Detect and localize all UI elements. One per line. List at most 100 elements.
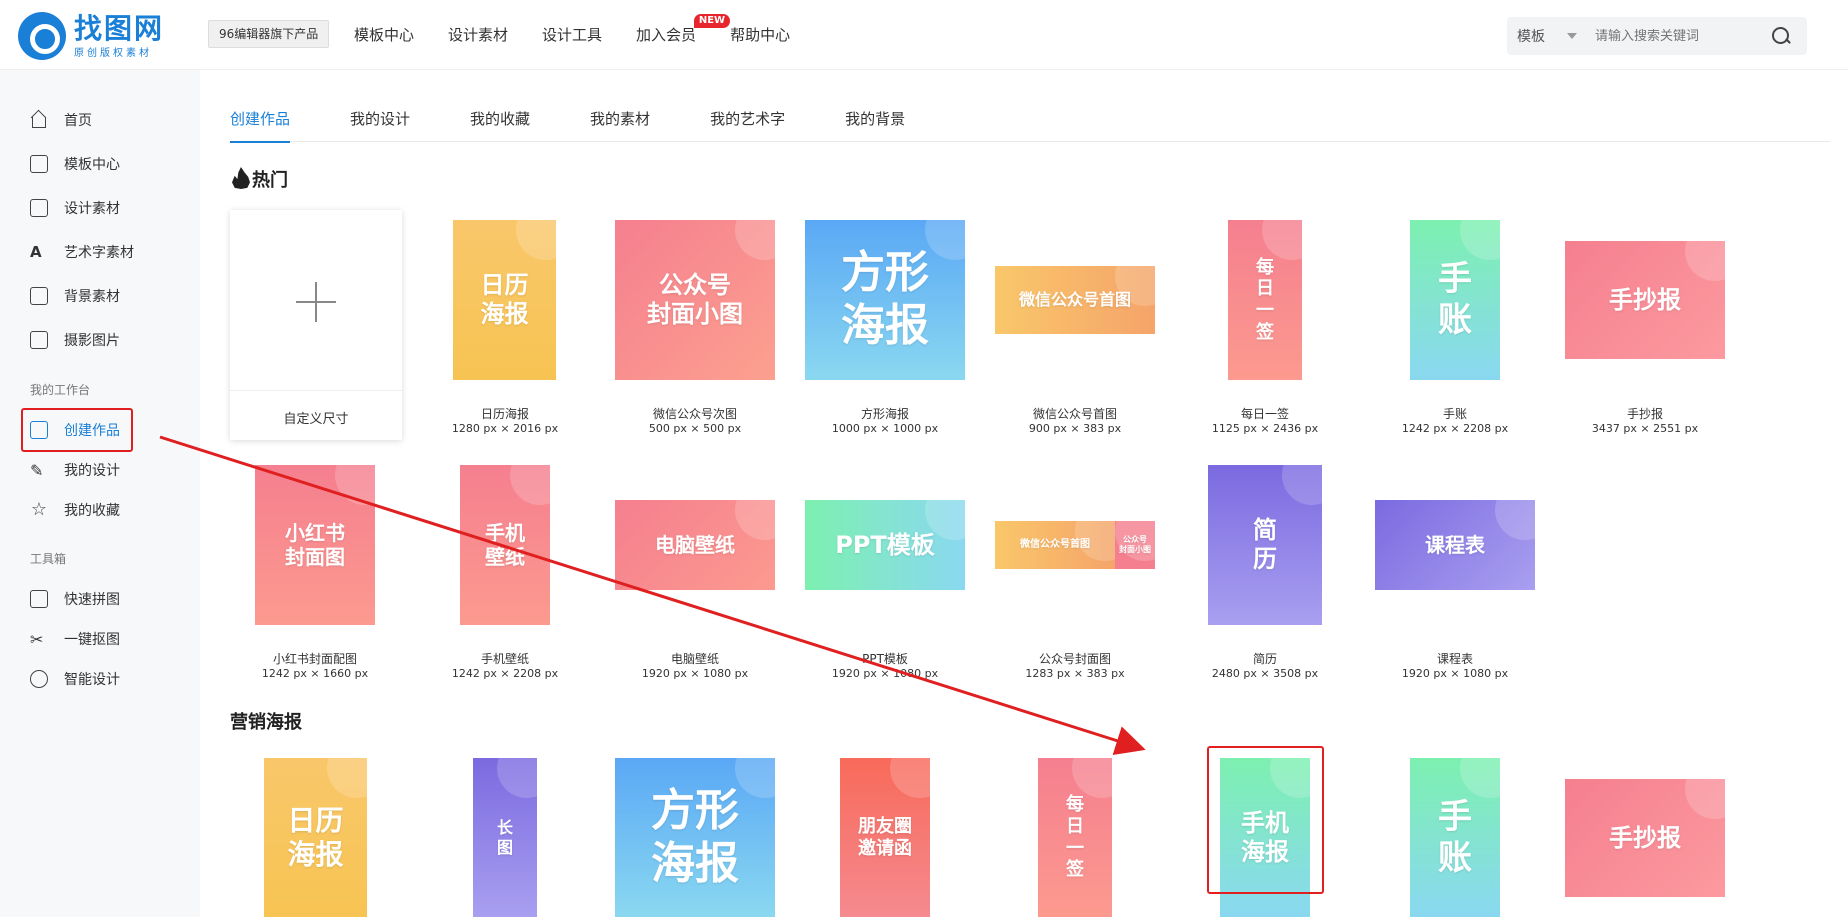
logo-icon [18, 12, 66, 60]
template-size: 900 px × 383 px [1028, 422, 1122, 435]
template-thumb[interactable]: 朋友圈 邀请函 [840, 758, 930, 917]
sidebar-item-label: 我的设计 [64, 463, 120, 479]
sidebar-item-art-text[interactable]: A 艺术字素材 [30, 240, 134, 264]
site-logo[interactable]: 找图网 原创版权素材 [18, 12, 164, 60]
template-thumb[interactable]: 手机 壁纸 [460, 465, 550, 625]
template-size: 1242 px × 2208 px [1401, 422, 1509, 435]
template-thumb[interactable]: PPT模板 [805, 500, 965, 590]
template-size: 1920 px × 1080 px [831, 667, 939, 680]
template-thumb[interactable]: 简 历 [1208, 465, 1322, 625]
template-title: 公众号封面图 [1038, 652, 1111, 666]
sidebar-item-collage[interactable]: 快速拼图 [30, 587, 120, 611]
template-title: 方形海报 [860, 407, 909, 421]
sidebar-item-templates[interactable]: 模板中心 [30, 152, 120, 176]
sidebar-item-my-designs[interactable]: ✎ 我的设计 [30, 458, 120, 482]
template-size: 2480 px × 3508 px [1211, 667, 1319, 680]
background-icon [30, 287, 48, 305]
nav-template-center[interactable]: 模板中心 [354, 24, 414, 45]
template-thumb[interactable]: 每 日 一 签 [1228, 220, 1302, 380]
sidebar-item-design-assets[interactable]: 设计素材 [30, 196, 120, 220]
sidebar-item-label: 我的收藏 [64, 503, 120, 519]
nav-design-assets[interactable]: 设计素材 [448, 24, 508, 45]
cutout-icon: ✂ [30, 630, 44, 649]
template-title: 简历 [1252, 652, 1277, 666]
template-size: 1125 px × 2436 px [1211, 422, 1319, 435]
nav-help-center[interactable]: 帮助中心 [730, 24, 790, 45]
search-bar: 模板 [1507, 17, 1807, 55]
template-size: 1283 px × 383 px [1025, 667, 1125, 680]
template-thumb[interactable]: 每 日 一 签 [1038, 758, 1112, 917]
sidebar-item-label: 模板中心 [64, 157, 120, 173]
logo-subtitle: 原创版权素材 [74, 47, 152, 59]
template-thumb[interactable]: 小红书 封面图 [255, 465, 375, 625]
sidebar-item-smart-design[interactable]: 智能设计 [30, 667, 120, 691]
template-title: 微信公众号次图 [652, 407, 737, 421]
template-title: 手账 [1442, 407, 1467, 421]
template-thumb[interactable]: 方形 海报 [615, 758, 775, 917]
template-thumb[interactable]: 手抄报 [1565, 779, 1725, 897]
template-thumb[interactable]: 课程表 [1375, 500, 1535, 590]
search-input[interactable] [1595, 28, 1771, 44]
template-thumb[interactable]: 方形 海报 [805, 220, 965, 380]
new-badge: NEW [693, 14, 731, 28]
top-header: 找图网 原创版权素材 96编辑器旗下产品 模板中心 设计素材 设计工具 加入会员… [0, 0, 1848, 70]
nav-design-tools[interactable]: 设计工具 [542, 24, 602, 45]
tab-my-favorites[interactable]: 我的收藏 [470, 104, 530, 142]
custom-size-card[interactable]: 自定义尺寸 [230, 210, 402, 440]
template-thumb[interactable]: 手抄报 [1565, 241, 1725, 359]
template-thumb[interactable]: 长 图 [473, 758, 537, 917]
sidebar-item-my-favorites[interactable]: ☆ 我的收藏 [30, 498, 120, 522]
sidebar-item-home[interactable]: 首页 [30, 108, 92, 132]
sidebar-item-label: 首页 [64, 113, 92, 129]
star-icon: ☆ [30, 499, 48, 520]
logo-title: 找图网 [74, 11, 165, 45]
chevron-down-icon [1567, 33, 1577, 39]
sidebar-item-label: 一键抠图 [64, 632, 120, 648]
product-badge[interactable]: 96编辑器旗下产品 [208, 20, 330, 48]
sidebar-item-label: 快速拼图 [64, 592, 120, 608]
custom-size-label: 自定义尺寸 [283, 412, 349, 427]
home-icon [30, 111, 48, 129]
sidebar-group-tools: 工具箱 [30, 552, 67, 566]
art-text-icon: A [30, 243, 42, 261]
template-size: 500 px × 500 px [648, 422, 742, 435]
tab-create-work[interactable]: 创建作品 [230, 104, 291, 143]
tab-my-art-text[interactable]: 我的艺术字 [710, 104, 785, 142]
sidebar-item-cutout[interactable]: ✂ 一键抠图 [30, 627, 120, 651]
highlight-box [21, 408, 133, 452]
sidebar-item-label: 摄影图片 [64, 333, 120, 349]
template-thumb[interactable]: 公众号 封面小图 [615, 220, 775, 380]
template-title: 手机壁纸 [480, 652, 529, 666]
highlight-box [1207, 746, 1324, 894]
template-title: 微信公众号首图 [1032, 407, 1117, 421]
template-title: 手抄报 [1626, 407, 1663, 421]
search-icon[interactable] [1771, 26, 1791, 46]
tab-my-assets[interactable]: 我的素材 [590, 104, 650, 142]
top-nav: 模板中心 设计素材 设计工具 加入会员 NEW 帮助中心 [354, 14, 824, 45]
nav-membership[interactable]: 加入会员 NEW [636, 14, 731, 45]
sidebar-item-photos[interactable]: 摄影图片 [30, 328, 120, 352]
template-thumb[interactable]: 微信公众号首图 [995, 266, 1155, 334]
tab-my-backgrounds[interactable]: 我的背景 [845, 104, 905, 142]
sidebar-item-backgrounds[interactable]: 背景素材 [30, 284, 120, 308]
template-thumb[interactable]: 手 账 [1410, 220, 1500, 380]
template-thumb-secondary[interactable]: 公众号 封面小图 [1115, 521, 1155, 569]
template-size: 3437 px × 2551 px [1591, 422, 1699, 435]
ai-icon [30, 670, 48, 688]
template-icon [30, 155, 48, 173]
workspace-tabs: 创建作品 我的设计 我的收藏 我的素材 我的艺术字 我的背景 [230, 104, 1830, 143]
template-thumb[interactable]: 日历 海报 [264, 758, 367, 917]
template-title: 日历海报 [480, 407, 529, 421]
search-type-select[interactable]: 模板 [1507, 26, 1595, 46]
tab-my-designs[interactable]: 我的设计 [350, 104, 410, 142]
template-thumb[interactable]: 手 账 [1410, 758, 1500, 917]
template-thumb[interactable]: 电脑壁纸 [615, 500, 775, 590]
template-title: 电脑壁纸 [670, 652, 719, 666]
sidebar-item-label: 设计素材 [64, 201, 120, 217]
sidebar-item-label: 背景素材 [64, 289, 120, 305]
template-size: 1000 px × 1000 px [831, 422, 939, 435]
template-thumb[interactable]: 日历 海报 [453, 220, 556, 380]
image-icon [30, 331, 48, 349]
plus-icon [296, 282, 336, 322]
template-thumb[interactable]: 微信公众号首图 [995, 521, 1115, 569]
